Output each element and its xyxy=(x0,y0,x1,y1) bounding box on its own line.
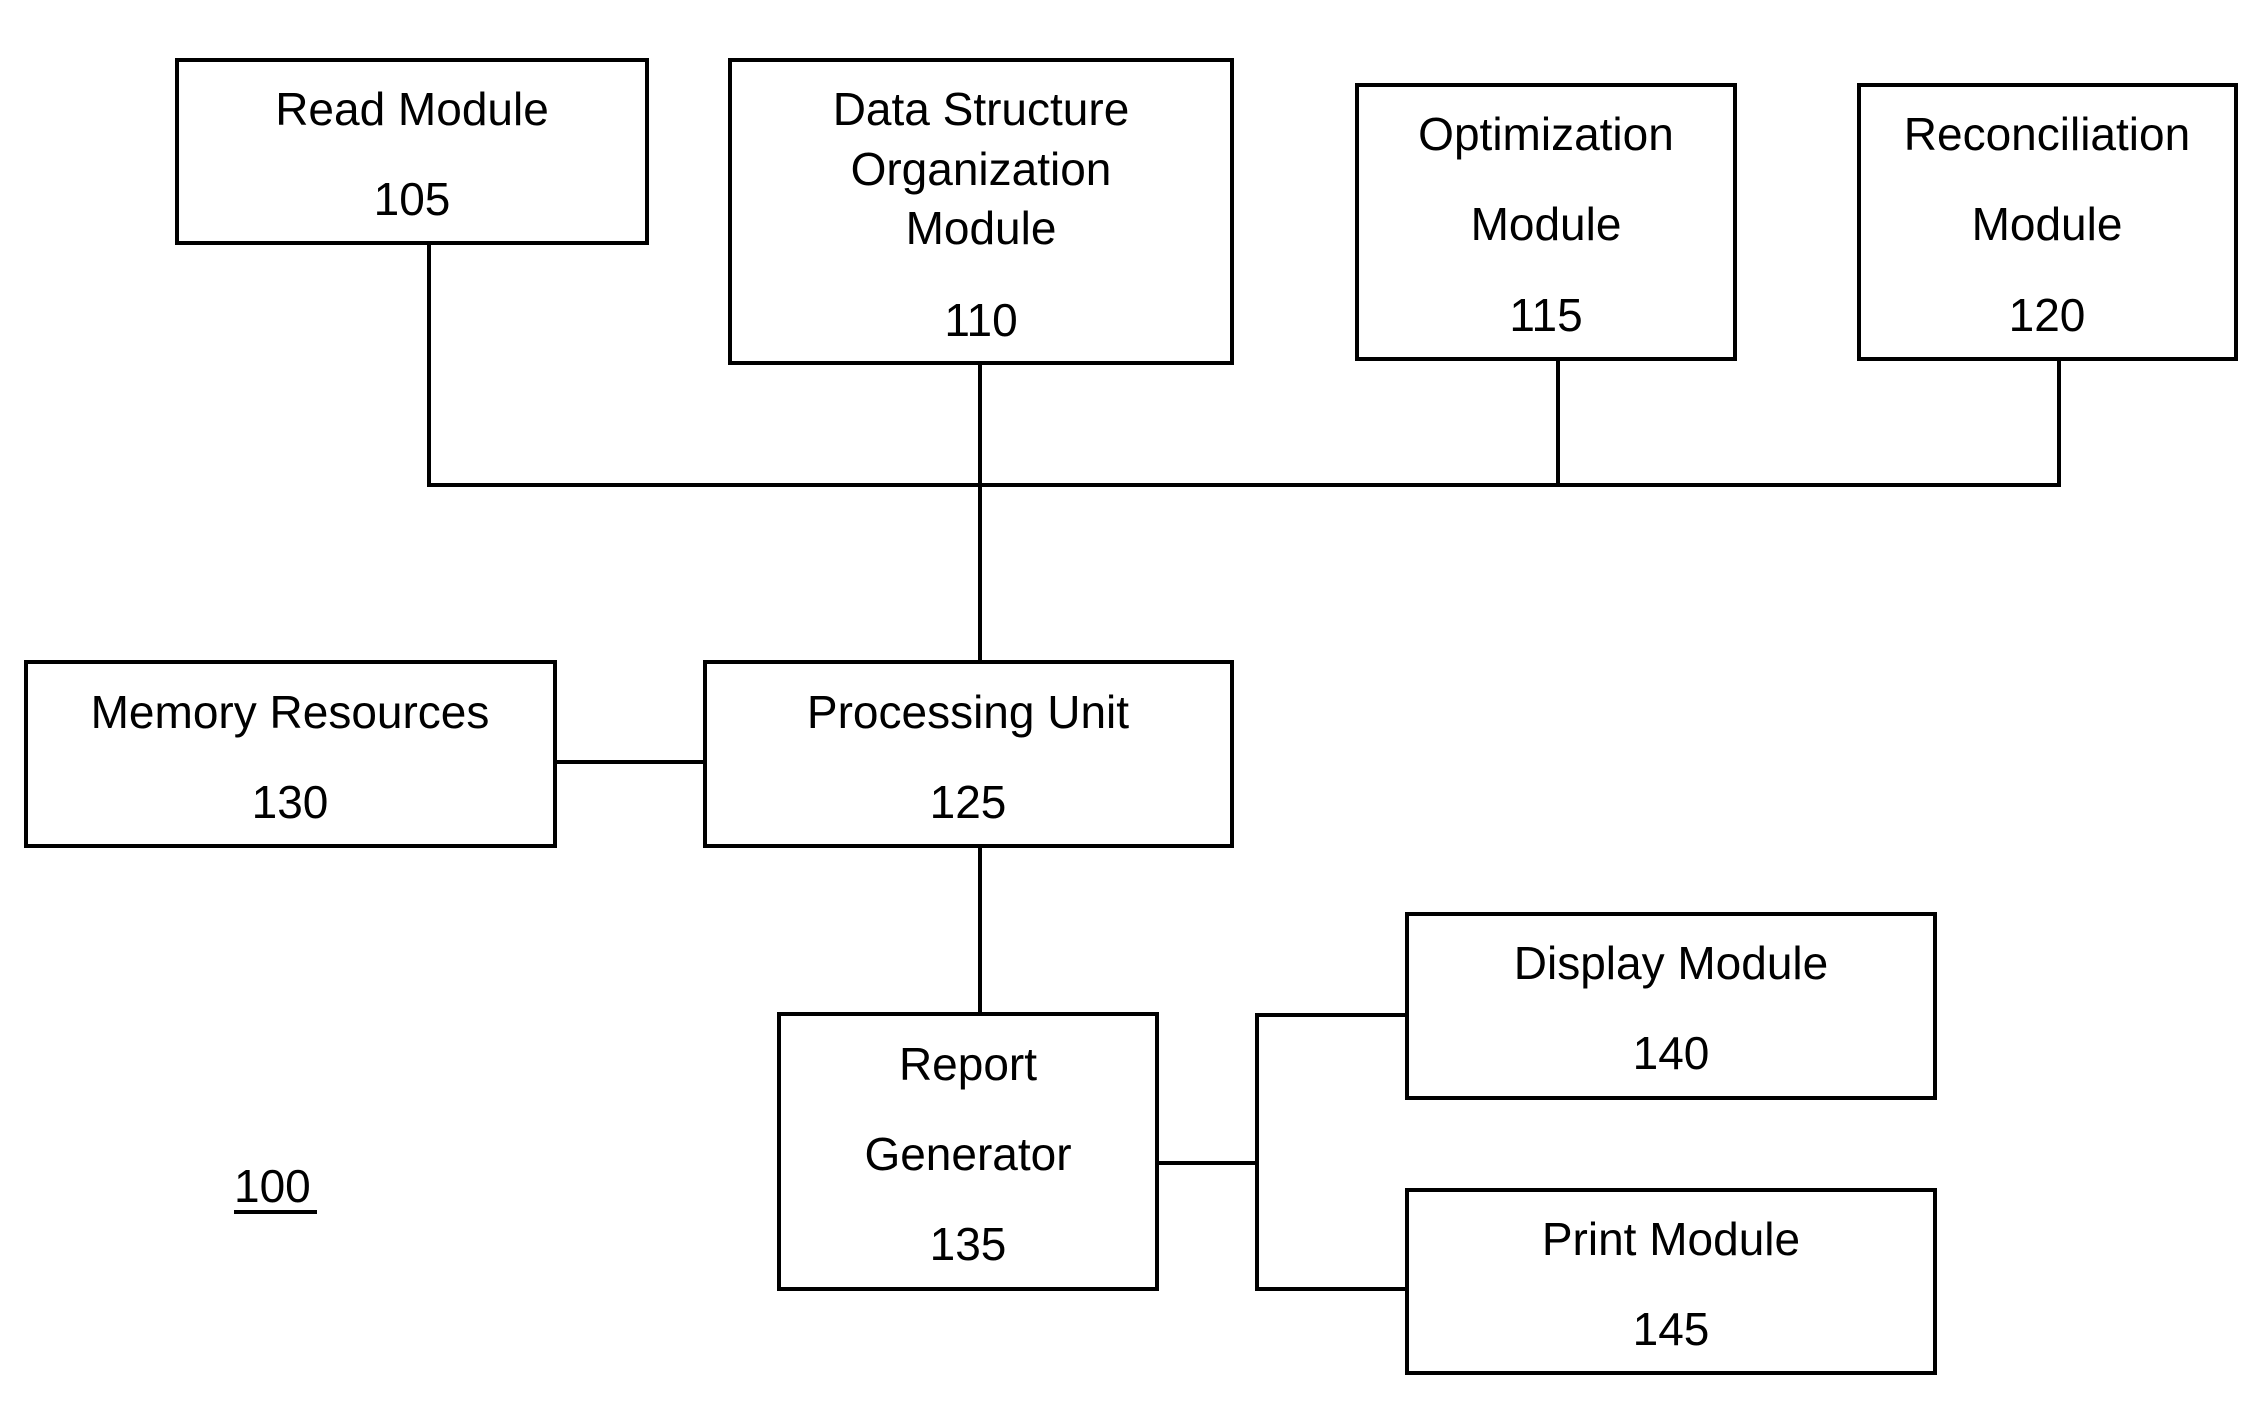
display-module-label: Display Module xyxy=(1514,937,1828,989)
dso-module-number: 110 xyxy=(944,294,1017,346)
dso-module-label-line-3: Module xyxy=(906,202,1057,254)
print-module-label: Print Module xyxy=(1542,1213,1800,1265)
memory-resources-box: Memory Resources 130 xyxy=(24,660,557,848)
data-structure-organization-module-box: Data Structure Organization Module 110 xyxy=(728,58,1234,365)
system-block-diagram: Read Module 105 Data Structure Organizat… xyxy=(24,58,2238,1375)
figure-reference: 100 xyxy=(234,1160,317,1214)
report-generator-label-line-2: Generator xyxy=(864,1128,1071,1180)
reconciliation-module-label-line-1: Reconciliation xyxy=(1904,108,2190,160)
optimization-module-number: 115 xyxy=(1509,289,1582,341)
processing-unit-box: Processing Unit 125 xyxy=(703,660,1234,848)
dso-module-label-line-2: Organization xyxy=(851,143,1112,195)
memory-resources-number: 130 xyxy=(252,776,329,828)
report-generator-box: Report Generator 135 xyxy=(777,1012,1159,1291)
figure-reference-numeral: 100 xyxy=(234,1160,311,1212)
dso-module-label-line-1: Data Structure xyxy=(833,83,1130,135)
print-module-number: 145 xyxy=(1633,1303,1710,1355)
optimization-module-label-line-1: Optimization xyxy=(1418,108,1674,160)
optimization-module-label-line-2: Module xyxy=(1471,198,1622,250)
display-module-box: Display Module 140 xyxy=(1405,912,1937,1100)
memory-resources-label: Memory Resources xyxy=(91,686,490,738)
report-generator-label-line-1: Report xyxy=(899,1038,1037,1090)
display-module-number: 140 xyxy=(1633,1027,1710,1079)
read-module-box: Read Module 105 xyxy=(175,58,649,245)
read-module-label: Read Module xyxy=(275,83,549,135)
report-generator-number: 135 xyxy=(930,1218,1007,1270)
reconciliation-module-box: Reconciliation Module 120 xyxy=(1857,83,2238,361)
reconciliation-module-label-line-2: Module xyxy=(1972,198,2123,250)
print-module-box: Print Module 145 xyxy=(1405,1188,1937,1375)
processing-unit-label: Processing Unit xyxy=(807,686,1129,738)
reconciliation-module-number: 120 xyxy=(2009,289,2086,341)
processing-unit-number: 125 xyxy=(930,776,1007,828)
read-module-number: 105 xyxy=(374,173,451,225)
connectors xyxy=(427,238,2061,1291)
optimization-module-box: Optimization Module 115 xyxy=(1355,83,1737,361)
